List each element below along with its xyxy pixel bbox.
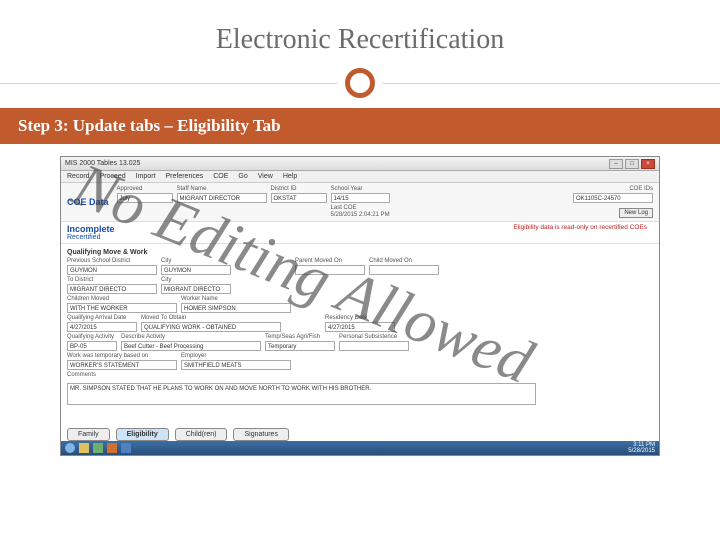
- moved-on-field[interactable]: [295, 265, 365, 275]
- menu-import[interactable]: Import: [136, 173, 156, 180]
- temp-label: Temp/Seas Agri/Fish: [265, 334, 335, 340]
- tab-signatures[interactable]: Signatures: [233, 428, 288, 441]
- staffname-field[interactable]: MIGRANT DIRECTOR: [177, 193, 267, 203]
- ps-label: Personal Subsistence: [339, 334, 409, 340]
- coe-data-label: COE Data: [67, 197, 113, 207]
- mto-field[interactable]: QUALIFYING WORK - OBTAINED: [141, 322, 281, 332]
- children-moved-label: Children Moved: [67, 296, 177, 302]
- comments-field[interactable]: MR. SIMPSON STATED THAT HE PLANS TO WORK…: [67, 383, 536, 405]
- app-screenshot: MIS 2000 Tables 13.025 – □ × Record Proc…: [60, 156, 660, 456]
- residency-field[interactable]: 4/27/2015: [325, 322, 395, 332]
- taskbar-app-icon[interactable]: [121, 443, 131, 453]
- maximize-button[interactable]: □: [625, 159, 639, 169]
- tempbasis-field[interactable]: WORKER'S STATEMENT: [67, 360, 177, 370]
- children-moved-field[interactable]: WITH THE WORKER: [67, 303, 177, 313]
- newlog-button[interactable]: New Log: [619, 208, 653, 218]
- window-title: MIS 2000 Tables 13.025: [65, 160, 140, 167]
- approved-field[interactable]: July: [117, 193, 173, 203]
- to-city-label: City: [161, 277, 231, 283]
- menu-help[interactable]: Help: [283, 173, 297, 180]
- moved-on-label: Parent Moved On: [295, 258, 365, 264]
- prev-city-field[interactable]: GUYMON: [161, 265, 231, 275]
- qad-field[interactable]: 4/27/2015: [67, 322, 137, 332]
- prev-district-field[interactable]: GUYMON: [67, 265, 157, 275]
- child-moved-on-field[interactable]: [369, 265, 439, 275]
- worker-name-label: Worker Name: [181, 296, 291, 302]
- scan-value: 5/28/2015 2:04:21 PM: [331, 212, 390, 218]
- readonly-note: Eligibility data is read-only on recerti…: [513, 224, 653, 231]
- taskbar-app-icon[interactable]: [79, 443, 89, 453]
- qad-label: Qualifying Arrival Date: [67, 315, 137, 321]
- district-label: District ID: [271, 186, 327, 192]
- describe-label: Describe Activity: [121, 334, 261, 340]
- taskbar-app-icon[interactable]: [93, 443, 103, 453]
- status-recertified: Recertified: [67, 234, 115, 241]
- temp-field[interactable]: Temporary: [265, 341, 335, 351]
- scan-label: Last COE: [331, 205, 390, 211]
- tempbasis-label: Work was temporary based on: [67, 353, 177, 359]
- prev-district-label: Previous School District: [67, 258, 157, 264]
- residency-label: Residency Date: [325, 315, 395, 321]
- approved-label: Approved: [117, 186, 173, 192]
- ps-field[interactable]: [339, 341, 409, 351]
- comments-label: Comments: [67, 372, 653, 378]
- child-moved-on-label: Child Moved On: [369, 258, 439, 264]
- slide-title: Electronic Recertification: [0, 0, 720, 68]
- circle-icon: [345, 68, 375, 98]
- staffname-label: Staff Name: [177, 186, 267, 192]
- menu-coe[interactable]: COE: [213, 173, 228, 180]
- tab-strip: Family Eligibility Child(ren) Signatures: [67, 428, 289, 441]
- menu-record[interactable]: Record: [67, 173, 90, 180]
- window-titlebar: MIS 2000 Tables 13.025 – □ ×: [61, 157, 659, 171]
- eligibility-form: Qualifying Move & Work Previous School D…: [61, 244, 659, 408]
- tab-children[interactable]: Child(ren): [175, 428, 228, 441]
- schoolyear-label: School Year: [331, 186, 390, 192]
- taskbar-date: 5/28/2015: [628, 448, 655, 454]
- menu-view[interactable]: View: [258, 173, 273, 180]
- status-block: Incomplete Recertified Eligibility data …: [61, 222, 659, 244]
- taskbar-app-icon[interactable]: [107, 443, 117, 453]
- prev-city-label: City: [161, 258, 231, 264]
- start-icon[interactable]: [65, 443, 75, 453]
- mto-label: Moved To Obtain: [141, 315, 281, 321]
- to-district-field[interactable]: MIGRANT DIRECTO: [67, 284, 157, 294]
- menu-go[interactable]: Go: [238, 173, 247, 180]
- to-city-field[interactable]: MIGRANT DIRECTO: [161, 284, 231, 294]
- district-field[interactable]: OKSTAT: [271, 193, 327, 203]
- status-incomplete: Incomplete: [67, 224, 115, 234]
- qa-label: Qualifying Activity: [67, 334, 117, 340]
- section-move-title: Qualifying Move & Work: [67, 249, 653, 256]
- close-button[interactable]: ×: [641, 159, 655, 169]
- header-fields: COE Data Approved July Staff Name MIGRAN…: [61, 183, 659, 222]
- employer-field[interactable]: SMITHFIELD MEATS: [181, 360, 291, 370]
- coeids-field[interactable]: OK1105C-24570: [573, 193, 653, 203]
- windows-taskbar: 3:11 PM 5/28/2015: [61, 441, 659, 455]
- divider-ornament: [0, 68, 720, 98]
- tab-eligibility[interactable]: Eligibility: [116, 428, 169, 441]
- step-heading: Step 3: Update tabs – Eligibility Tab: [0, 108, 720, 144]
- menu-preferences[interactable]: Preferences: [166, 173, 204, 180]
- worker-name-field[interactable]: HOMER SIMPSON: [181, 303, 291, 313]
- menu-proceed[interactable]: Proceed: [100, 173, 126, 180]
- tab-family[interactable]: Family: [67, 428, 110, 441]
- coeids-label: COE IDs: [629, 186, 653, 192]
- qa-field[interactable]: BP-05: [67, 341, 117, 351]
- to-district-label: To District: [67, 277, 157, 283]
- menu-bar: Record Proceed Import Preferences COE Go…: [61, 171, 659, 183]
- minimize-button[interactable]: –: [609, 159, 623, 169]
- employer-label: Employer: [181, 353, 291, 359]
- describe-field[interactable]: Beef Cutter - Beef Processing: [121, 341, 261, 351]
- schoolyear-field[interactable]: 14/15: [331, 193, 390, 203]
